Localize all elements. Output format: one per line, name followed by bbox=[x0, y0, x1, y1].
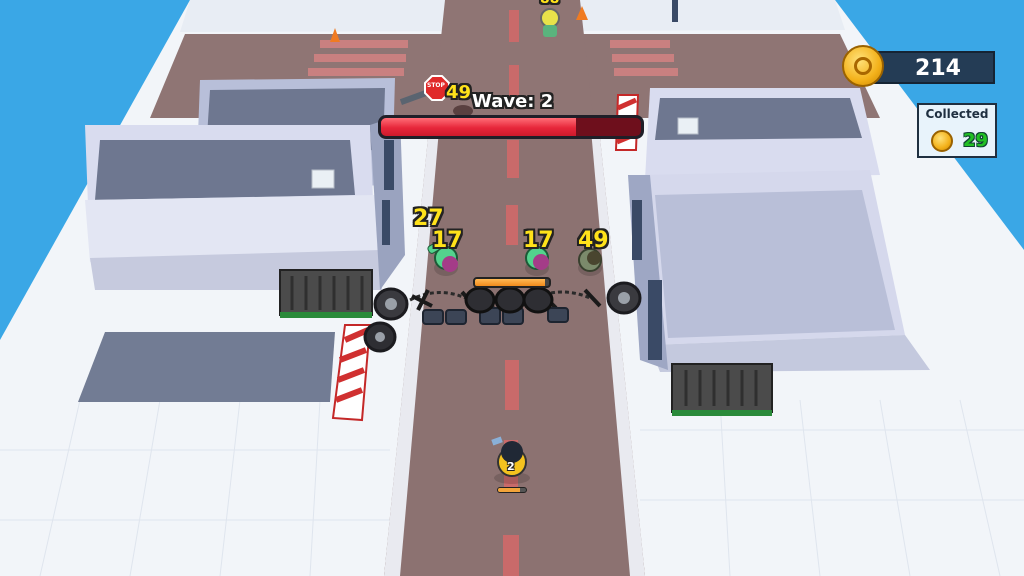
barricade-health-bar bbox=[473, 277, 551, 288]
collected-label: Collected bbox=[925, 107, 989, 121]
enemy-health-right: 49 bbox=[578, 228, 609, 253]
wave-progress-bar bbox=[378, 115, 644, 139]
collected-panel: Collected 29 bbox=[917, 103, 997, 158]
zombie-enemy-distant bbox=[540, 8, 560, 37]
collected-coin-icon bbox=[931, 130, 953, 152]
stop-sign-text: STOP bbox=[427, 82, 445, 89]
player-level: 2 bbox=[507, 460, 515, 473]
collected-count: 29 bbox=[963, 130, 989, 151]
player-health-fill bbox=[498, 488, 521, 492]
coin-icon bbox=[842, 45, 884, 87]
wave-progress-fill bbox=[381, 118, 576, 136]
barricade-health-fill bbox=[475, 279, 546, 286]
coin-count: 214 bbox=[915, 56, 961, 81]
enemy-health-far-left: 27 bbox=[413, 206, 444, 231]
enemy-health-center: 17 bbox=[523, 228, 554, 253]
zombie-enemy-right bbox=[578, 248, 602, 276]
enemy-health-distant: 88 bbox=[540, 0, 559, 6]
wave-label: Wave: 2 bbox=[472, 91, 554, 112]
player-health-bar bbox=[497, 487, 527, 493]
enemy-health-top-left: 49 bbox=[446, 82, 472, 103]
enemy-health-left: 17 bbox=[432, 228, 463, 253]
game-scene[interactable]: STOP 27 17 17 49 49 88 Wave: 2 2 214 Col… bbox=[0, 0, 1024, 576]
